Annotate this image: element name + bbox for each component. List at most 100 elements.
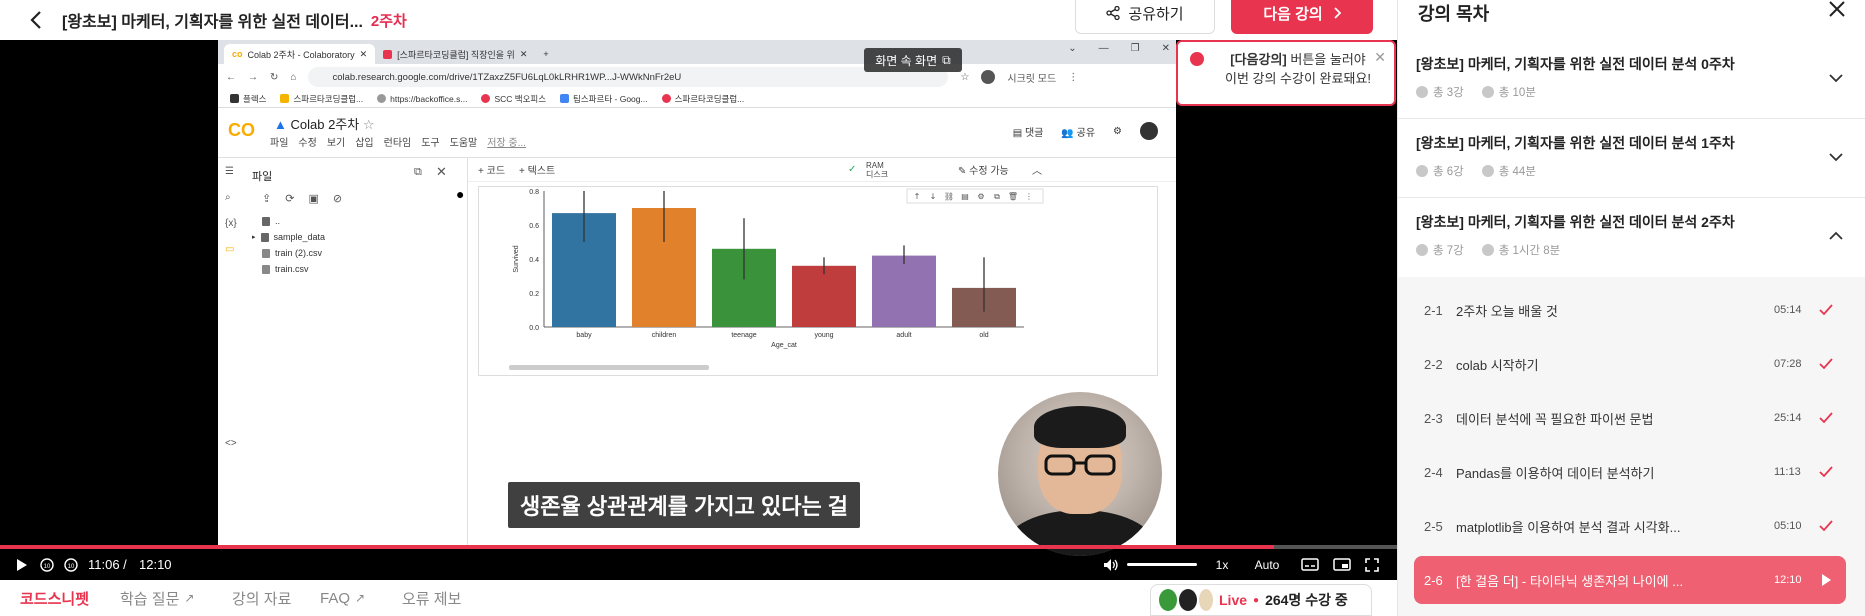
url-field: colab.research.google.com/drive/1TZaxzZ5… [308,67,949,87]
drive-folder-icon: ▣ [308,193,319,205]
check-icon: ✓ [848,164,857,175]
sparta-icon [383,49,393,59]
notice-text: [다음강의] 버튼을 눌러야 이번 강의 수강이 완료돼요! [1224,52,1371,86]
volume-slider[interactable] [1127,563,1197,566]
lesson-duration: 05:10 [1774,520,1802,532]
bookmark: 플렉스 [230,93,266,105]
lesson-duration: 12:10 [1774,574,1802,586]
play-icon [1822,574,1831,586]
external-link-icon: ↗ [184,591,195,605]
close-icon [1829,1,1845,17]
tab-questions[interactable]: 학습 질문 ↗ [120,588,194,609]
quality-button[interactable]: Auto [1250,549,1284,580]
file-item: train (2).csv [262,248,322,258]
saving-status: 저장 중... [487,138,526,149]
lesson-name: 2주차 오늘 배울 것 [1456,303,1558,319]
tab-materials[interactable]: 강의 자료 [232,588,291,609]
close-icon: ✕ [519,48,528,59]
menu-item: 도구 [421,138,440,149]
variables-icon: {x} [225,218,237,229]
close-icon: ✕ [1161,43,1170,54]
x-tick-label: adult [896,332,911,339]
forward-icon: 10 [64,557,78,572]
bookmark: 스파르타코딩클럽... [280,93,363,105]
course-title: [왕초보] 마케터, 기획자를 위한 실전 데이터... [62,14,363,31]
y-axis-label: Survived [513,245,520,272]
chevron-right-icon [1334,7,1341,19]
subtitles-button[interactable] [1300,549,1320,580]
notebook-name: ▲ Colab 2주차 ☆ [274,117,375,132]
live-count: 264명 수강 중 [1265,592,1348,608]
notice-close-button[interactable]: ✕ [1374,48,1386,67]
cell-tool-icon: 🗑 [1008,192,1018,201]
forward-10-button[interactable]: 10 [62,549,80,580]
star-icon: ☆ [960,71,970,83]
lesson-list: 2-1 2주차 오늘 배울 것 05:14 2-2 colab 시작하기 07:… [1398,277,1865,616]
live-label: Live [1219,592,1248,608]
bar [792,265,856,327]
y-tick-label: 0.0 [529,325,539,332]
current-time: 11:06 / [88,557,127,572]
total-time: 12:10 [139,557,172,572]
chevron-down-icon [1829,153,1843,162]
run-cell-icon: ● [456,186,465,202]
new-tab-icon: + [543,49,549,59]
refresh-folder-icon: ⟳ [285,193,295,205]
lesson-item[interactable]: 2-4 Pandas를 이용하여 데이터 분석하기 11:13 [1414,448,1846,496]
lecture-page: [왕초보] 마케터, 기획자를 위한 실전 데이터... 2주차 공유하기 다음… [0,0,1865,616]
live-viewers-badge[interactable]: Live ● 264명 수강 중 [1150,584,1372,616]
lesson-number: 2-1 [1424,302,1443,318]
week-meta: 총 6강 총 44분 [1416,163,1536,179]
rewind-icon: 10 [40,557,54,572]
chevron-up-icon: ︿ [1032,166,1042,177]
y-tick-label: 0.8 [529,189,539,196]
play-button[interactable] [12,549,32,580]
share-action: 👥 공유 [1061,127,1096,139]
next-lecture-button[interactable]: 다음 강의 [1231,0,1373,34]
sidebar-close-button[interactable] [1828,0,1850,22]
cell-toolbar [906,188,1044,204]
share-icon [1106,6,1121,20]
lesson-number: 2-3 [1424,410,1443,426]
next-label: 다음 강의 [1263,5,1323,23]
lesson-number: 2-5 [1424,518,1443,534]
clock-icon [1481,244,1494,256]
lesson-item[interactable]: 2-5 matplotlib을 이용하여 분석 결과 시각화... 05:10 [1414,502,1846,550]
menu-item: 수정 [298,138,317,149]
rewind-10-button[interactable]: 10 [38,549,56,580]
fullscreen-button[interactable] [1362,549,1382,580]
menu-item: 파일 [270,138,289,149]
share-button[interactable]: 공유하기 [1075,0,1215,34]
x-axis-label: Age_cat [771,342,797,349]
tab-faq[interactable]: FAQ ↗ [320,590,365,607]
lesson-name: [한 걸음 더] - 타이타닉 생존자의 나이에 ... [1456,573,1684,589]
week-section[interactable]: [왕초보] 마케터, 기획자를 위한 실전 데이터 분석 1주차 총 6강 총 4… [1398,119,1865,198]
lesson-item[interactable]: 2-2 colab 시작하기 07:28 [1414,340,1846,388]
tab-code-snippet[interactable]: 코드스니펫 [20,588,89,609]
menu-item: 보기 [326,138,346,149]
week-section[interactable]: [왕초보] 마케터, 기획자를 위한 실전 데이터 분석 0주차 총 3강 총 1… [1398,40,1865,119]
video-player[interactable]: co Colab 2주차 - Colaboratory ✕ [스파르타코딩클럽] 직… [0,40,1397,580]
speed-button[interactable]: 1x [1208,549,1236,580]
colab-logo: CO [228,120,255,140]
lesson-item-current[interactable]: 2-6 [한 걸음 더] - 타이타닉 생존자의 나이에 ... 12:10 [1414,556,1846,604]
tab-report-error[interactable]: 오류 제보 [402,588,461,609]
chevron-left-icon [30,11,41,29]
clock-icon [1481,86,1494,98]
close-icon: ✕ [359,48,368,59]
chevron-down-icon [1829,74,1843,83]
lesson-name: 데이터 분석에 꼭 필요한 파이썬 문법 [1456,411,1654,427]
avatar [1140,122,1158,140]
external-link-icon: ↗ [355,591,366,605]
colab-actions: ▤ 댓글 👥 공유 ⚙ [1013,122,1158,140]
incognito-icon [981,70,996,84]
volume-button[interactable] [1102,549,1120,580]
cell-tool-icon: ⛓ [944,192,954,201]
lesson-item[interactable]: 2-1 2주차 오늘 배울 것 05:14 [1414,286,1846,334]
back-button[interactable] [24,8,48,32]
week-title: [왕초보] 마케터, 기획자를 위한 실전 데이터 분석 1주차 [1416,135,1735,151]
pip-button[interactable] [1332,549,1352,580]
lesson-item[interactable]: 2-3 데이터 분석에 꼭 필요한 파이썬 문법 25:14 [1414,394,1846,442]
instructor-webcam [998,392,1162,556]
week-section-open[interactable]: [왕초보] 마케터, 기획자를 위한 실전 데이터 분석 2주차 총 7강 총 1… [1398,198,1865,277]
